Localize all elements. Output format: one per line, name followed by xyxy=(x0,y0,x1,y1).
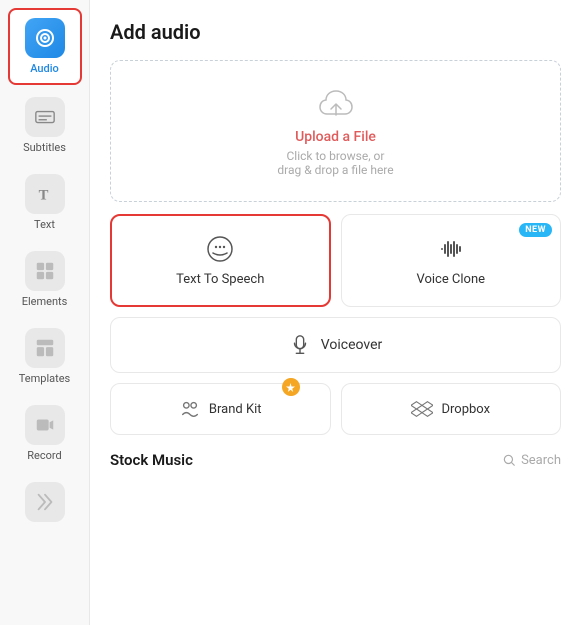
sidebar: Audio Subtitles T Text xyxy=(0,0,90,625)
upload-title: Upload a File xyxy=(295,129,376,145)
voice-clone-icon xyxy=(436,234,466,264)
sidebar-item-more[interactable] xyxy=(8,474,82,530)
audio-icon xyxy=(25,18,65,58)
new-badge: NEW xyxy=(519,223,552,237)
sidebar-record-label: Record xyxy=(27,449,61,462)
sidebar-elements-label: Elements xyxy=(22,295,68,308)
text-to-speech-label: Text To Speech xyxy=(176,272,264,287)
dropbox-label: Dropbox xyxy=(441,402,490,417)
sidebar-item-elements[interactable]: Elements xyxy=(8,243,82,316)
stock-music-header: Stock Music Search xyxy=(110,451,561,469)
sidebar-subtitles-label: Subtitles xyxy=(23,141,66,154)
subtitles-icon xyxy=(25,97,65,137)
main-content: Add audio Upload a File Click to browse,… xyxy=(90,0,581,625)
brand-kit-label: Brand Kit xyxy=(209,402,262,417)
brand-kit-badge xyxy=(282,378,300,396)
text-icon: T xyxy=(25,174,65,214)
templates-icon xyxy=(25,328,65,368)
sidebar-templates-label: Templates xyxy=(19,372,70,385)
upload-subtitle: Click to browse, ordrag & drop a file he… xyxy=(277,149,393,177)
dropbox-card[interactable]: Dropbox xyxy=(341,383,562,435)
brand-kit-card[interactable]: Brand Kit xyxy=(110,383,331,435)
more-icon xyxy=(25,482,65,522)
voice-clone-label: Voice Clone xyxy=(416,272,485,287)
sidebar-text-label: Text xyxy=(34,218,55,231)
search-label: Search xyxy=(521,453,561,468)
voiceover-label: Voiceover xyxy=(321,337,382,353)
sidebar-item-subtitles[interactable]: Subtitles xyxy=(8,89,82,162)
sidebar-item-record[interactable]: Record xyxy=(8,397,82,470)
svg-text:T: T xyxy=(38,188,48,204)
top-options-grid: Text To Speech NEW Voice Clone xyxy=(110,214,561,307)
voice-clone-card[interactable]: NEW Voice Clone xyxy=(341,214,562,307)
stock-music-search[interactable]: Search xyxy=(502,453,561,468)
dropbox-icon xyxy=(411,398,433,420)
stock-music-title: Stock Music xyxy=(110,451,193,469)
upload-area[interactable]: Upload a File Click to browse, ordrag & … xyxy=(110,60,561,202)
search-icon xyxy=(502,453,516,467)
text-to-speech-card[interactable]: Text To Speech xyxy=(110,214,331,307)
text-to-speech-icon xyxy=(205,234,235,264)
sidebar-audio-label: Audio xyxy=(30,62,59,75)
record-icon xyxy=(25,405,65,445)
bottom-options-grid: Brand Kit Dropbox xyxy=(110,383,561,435)
sidebar-item-text[interactable]: T Text xyxy=(8,166,82,239)
voiceover-icon xyxy=(289,334,311,356)
upload-icon xyxy=(318,85,354,121)
sidebar-item-templates[interactable]: Templates xyxy=(8,320,82,393)
voiceover-card[interactable]: Voiceover xyxy=(110,317,561,373)
elements-icon xyxy=(25,251,65,291)
brand-kit-icon xyxy=(179,398,201,420)
sidebar-item-audio[interactable]: Audio xyxy=(8,8,82,85)
page-title: Add audio xyxy=(110,20,561,44)
